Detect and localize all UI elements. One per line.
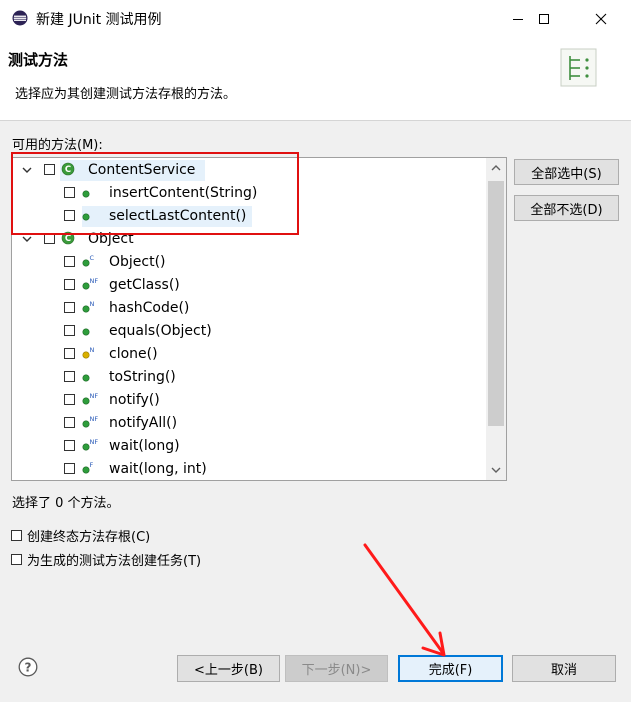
wizard-banner: 测试方法 选择应为其创建测试方法存根的方法。 — [0, 37, 631, 121]
public-method-icon: NF — [82, 392, 99, 405]
svg-text:?: ? — [25, 661, 32, 675]
create-tasks-option[interactable]: 为生成的测试方法创建任务(T) — [11, 550, 201, 569]
method-name-label: equals(Object) — [109, 323, 212, 339]
method-checkbox[interactable] — [64, 348, 75, 359]
tree-method-row[interactable]: NF notify() — [12, 389, 484, 412]
method-name-label: wait(long) — [109, 438, 180, 454]
method-name-label: notify() — [109, 392, 160, 408]
method-name-label: toString() — [109, 369, 176, 385]
selection-summary: 选择了 0 个方法。 — [12, 496, 120, 511]
test-methods-wizard-icon — [560, 48, 597, 87]
next-button[interactable]: 下一步(N)> — [285, 655, 388, 682]
create-tasks-checkbox[interactable] — [11, 554, 22, 565]
tree-method-row[interactable]: NF notifyAll() — [12, 412, 484, 435]
title-bar: 新建 JUnit 测试用例 — [0, 0, 631, 37]
public-method-icon: F — [82, 461, 94, 474]
svg-text:NF: NF — [90, 438, 99, 446]
final-stubs-label: 创建终态方法存根(C) — [27, 530, 151, 545]
scroll-down-button[interactable] — [486, 460, 506, 480]
svg-text:N: N — [90, 300, 95, 308]
tree-method-row[interactable]: NF wait(long) — [12, 435, 484, 458]
final-stubs-option[interactable]: 创建终态方法存根(C) — [11, 526, 150, 545]
method-checkbox[interactable] — [64, 256, 75, 267]
maximize-button[interactable] — [521, 0, 567, 37]
svg-text:NF: NF — [90, 277, 99, 285]
cancel-button[interactable]: 取消 — [512, 655, 616, 682]
method-name-label: Object() — [109, 254, 166, 270]
public-method-icon: NF — [82, 415, 99, 428]
method-checkbox[interactable] — [64, 394, 75, 405]
public-method-icon: NF — [82, 277, 99, 290]
close-button[interactable] — [578, 0, 624, 37]
method-checkbox[interactable] — [64, 463, 75, 474]
public-method-icon: NF — [82, 438, 99, 451]
tree-method-row[interactable]: NhashCode() — [12, 297, 484, 320]
back-button[interactable]: <上一步(B) — [177, 655, 280, 682]
svg-text:NF: NF — [90, 392, 99, 400]
method-checkbox[interactable] — [64, 279, 75, 290]
window-title: 新建 JUnit 测试用例 — [36, 12, 162, 28]
tree-method-row[interactable]: C Object() — [12, 251, 484, 274]
protected-method-icon: N — [82, 346, 95, 359]
method-name-label: notifyAll() — [109, 415, 178, 431]
svg-text:F: F — [90, 461, 94, 469]
eclipse-app-icon — [12, 10, 28, 26]
maximize-icon — [539, 13, 549, 24]
scroll-thumb[interactable] — [488, 181, 504, 426]
create-tasks-label: 为生成的测试方法创建任务(T) — [27, 554, 202, 569]
method-checkbox[interactable] — [64, 371, 75, 382]
public-method-icon: C — [82, 254, 95, 267]
page-description: 选择应为其创建测试方法存根的方法。 — [15, 87, 237, 102]
help-icon[interactable]: ? — [18, 657, 38, 677]
public-method-icon — [82, 374, 90, 382]
svg-text:C: C — [65, 234, 71, 244]
method-name-label: wait(long, int) — [109, 461, 207, 477]
tree-method-row[interactable]: NF getClass() — [12, 274, 484, 297]
scroll-up-button[interactable] — [486, 158, 506, 178]
tree-method-row[interactable]: Fwait(long, int) — [12, 458, 484, 480]
tree-method-row[interactable]: Nclone() — [12, 343, 484, 366]
tree-method-row[interactable]: toString() — [12, 366, 484, 389]
chevron-up-icon — [491, 165, 501, 171]
method-name-label: getClass() — [109, 277, 180, 293]
finish-button[interactable]: 完成(F) — [398, 655, 503, 682]
method-name-label: hashCode() — [109, 300, 190, 316]
chevron-down-icon — [491, 467, 501, 473]
public-method-icon — [82, 328, 90, 336]
method-name-label: clone() — [109, 346, 158, 362]
public-method-icon: N — [82, 300, 95, 313]
select-all-button[interactable]: 全部选中(S) — [514, 159, 619, 185]
method-checkbox[interactable] — [64, 417, 75, 428]
method-checkbox[interactable] — [64, 302, 75, 313]
available-methods-label: 可用的方法(M): — [12, 138, 103, 153]
svg-text:C: C — [90, 254, 95, 262]
close-icon — [595, 13, 607, 24]
tree-method-row[interactable]: equals(Object) — [12, 320, 484, 343]
deselect-all-button[interactable]: 全部不选(D) — [514, 195, 619, 221]
method-checkbox[interactable] — [64, 325, 75, 336]
svg-text:N: N — [90, 346, 95, 354]
final-stubs-checkbox[interactable] — [11, 530, 22, 541]
page-title: 测试方法 — [8, 51, 69, 69]
highlight-box-annotation — [11, 152, 299, 235]
method-checkbox[interactable] — [64, 440, 75, 451]
svg-text:NF: NF — [90, 415, 99, 423]
